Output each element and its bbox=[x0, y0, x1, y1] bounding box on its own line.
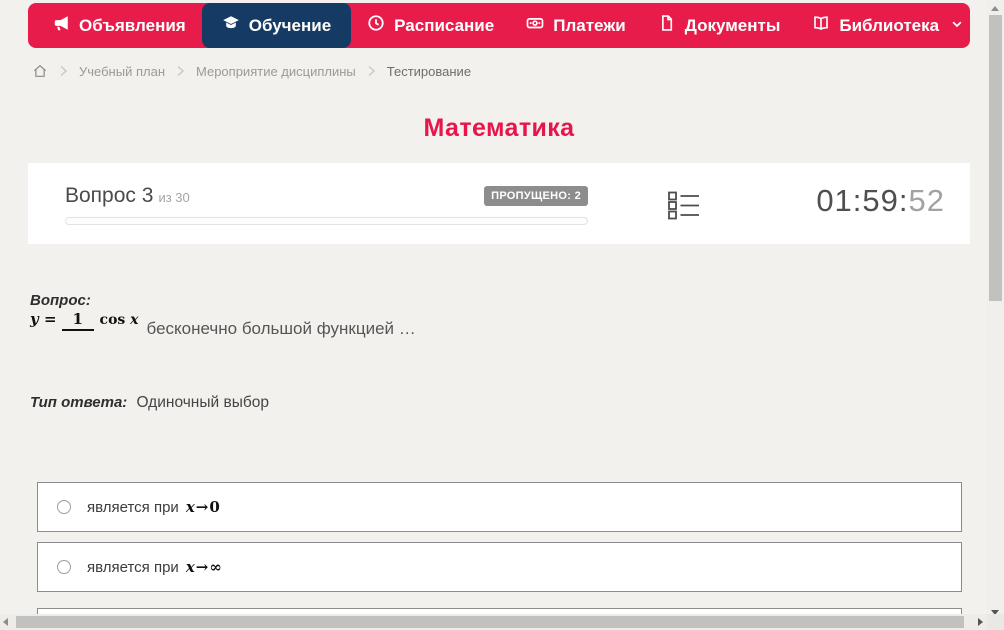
question-list-icon[interactable] bbox=[668, 191, 700, 220]
horizontal-scrollbar[interactable] bbox=[0, 614, 987, 630]
question-section-label: Вопрос: bbox=[30, 292, 91, 309]
answer-option-2[interactable]: является при x→∞ bbox=[37, 542, 962, 592]
option-text: является при bbox=[87, 498, 179, 516]
vertical-scrollbar[interactable] bbox=[987, 0, 1004, 630]
scroll-left-arrow-icon[interactable] bbox=[3, 618, 8, 626]
vertical-scrollbar-thumb[interactable] bbox=[989, 15, 1002, 301]
question-counter: Вопрос 3 из 30 bbox=[65, 184, 190, 208]
nav-item-announcements[interactable]: Объявления bbox=[36, 3, 202, 48]
horizontal-scrollbar-thumb[interactable] bbox=[16, 616, 964, 628]
home-icon[interactable] bbox=[32, 63, 48, 79]
breadcrumb-discipline-event[interactable]: Мероприятие дисциплины bbox=[196, 64, 356, 79]
scroll-up-arrow-icon[interactable] bbox=[991, 6, 999, 11]
nav-item-learning[interactable]: Обучение bbox=[201, 3, 352, 48]
answer-type-value: Одиночный выбор bbox=[136, 394, 269, 411]
question-text: бесконечно большой функцией … bbox=[146, 319, 416, 339]
nav-item-label: Документы bbox=[684, 15, 781, 35]
nav-item-label: Платежи bbox=[553, 15, 626, 35]
quiz-progress-block: Вопрос 3 из 30 ПРОПУЩЕНО: 2 bbox=[65, 163, 588, 244]
nav-item-schedule[interactable]: Расписание bbox=[351, 3, 510, 48]
question-number: Вопрос 3 bbox=[65, 184, 154, 207]
question-formula: y = 1 cos x бесконечно большой функцией … bbox=[30, 309, 416, 338]
breadcrumb-curriculum[interactable]: Учебный план bbox=[79, 64, 165, 79]
breadcrumb-testing: Тестирование bbox=[386, 63, 472, 79]
option-text: является при bbox=[87, 558, 179, 576]
timer-seconds: 52 bbox=[908, 183, 945, 218]
skipped-badge: ПРОПУЩЕНО: 2 bbox=[484, 186, 588, 206]
option-math: x→0 bbox=[185, 498, 221, 516]
radio-button[interactable] bbox=[57, 560, 71, 574]
nav-item-library[interactable]: Библиотека bbox=[796, 3, 980, 48]
question-total: из 30 bbox=[158, 190, 190, 205]
answer-type-label: Тип ответа: bbox=[30, 394, 128, 411]
megaphone-icon bbox=[52, 14, 70, 37]
main-navbar: Объявления Обучение Расписание Платежи Д… bbox=[28, 3, 970, 48]
answer-option-1[interactable]: является при x→0 bbox=[37, 482, 962, 532]
nav-item-payments[interactable]: Платежи bbox=[510, 3, 642, 48]
scrollbar-corner bbox=[987, 614, 1004, 630]
timer-hhmm: 01:59: bbox=[816, 183, 909, 218]
graduation-cap-icon bbox=[222, 14, 240, 37]
nav-item-label: Расписание bbox=[394, 15, 495, 35]
fraction-numerator: 1 bbox=[61, 310, 94, 331]
open-book-icon bbox=[812, 14, 830, 37]
nav-item-label: Библиотека bbox=[839, 15, 940, 35]
answer-type-row: Тип ответа: Одиночный выбор bbox=[30, 394, 269, 412]
nav-item-documents[interactable]: Документы bbox=[642, 3, 797, 48]
nav-item-label: Обучение bbox=[248, 15, 332, 35]
page-title: Математика bbox=[423, 114, 575, 142]
formula-lhs: y = bbox=[30, 310, 57, 329]
progress-bar bbox=[65, 217, 588, 225]
formula-fraction: 1 cos x bbox=[61, 309, 139, 331]
chevron-right-icon bbox=[176, 65, 185, 77]
nav-item-label: Объявления bbox=[79, 15, 186, 35]
document-icon bbox=[658, 14, 676, 37]
fraction-denominator: cos x bbox=[99, 312, 139, 328]
chevron-down-icon bbox=[948, 16, 964, 36]
radio-button[interactable] bbox=[57, 500, 71, 514]
chevron-right-icon bbox=[59, 65, 68, 77]
scroll-right-arrow-icon[interactable] bbox=[978, 618, 983, 626]
option-math: x→∞ bbox=[185, 558, 223, 576]
chevron-right-icon bbox=[367, 65, 376, 77]
clock-icon bbox=[367, 14, 385, 37]
timer: 01:59:52 bbox=[816, 183, 945, 219]
quiz-header-card: Вопрос 3 из 30 ПРОПУЩЕНО: 2 01:59:52 bbox=[28, 163, 970, 244]
breadcrumb: Учебный план Мероприятие дисциплины Тест… bbox=[32, 63, 471, 79]
banknote-icon bbox=[526, 14, 544, 37]
